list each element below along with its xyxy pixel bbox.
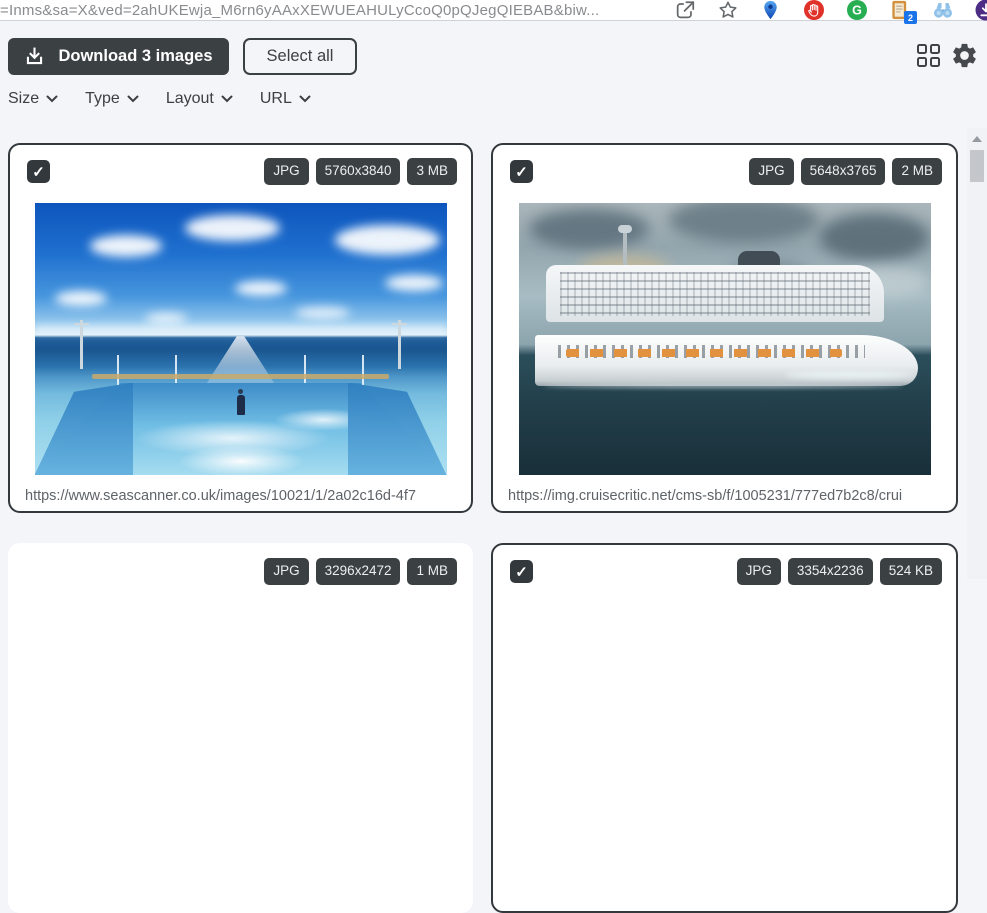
chevron-down-icon <box>127 95 139 103</box>
settings-gear-icon[interactable] <box>950 41 979 70</box>
badge-group: JPG 3354x2236 524 KB <box>737 558 942 585</box>
image-card: ✓ JPG 3354x2236 524 KB <box>491 543 958 913</box>
filter-layout-label: Layout <box>166 90 214 108</box>
format-badge: JPG <box>264 558 308 585</box>
thumbnail-art-flowrider <box>35 203 447 475</box>
chevron-down-icon <box>46 95 58 103</box>
filter-type[interactable]: Type <box>85 90 139 108</box>
filesize-badge: 3 MB <box>407 158 457 185</box>
card-header: ✓ JPG 5760x3840 3 MB <box>10 145 471 185</box>
filter-url-label: URL <box>260 90 292 108</box>
dimensions-badge: 3354x2236 <box>788 558 873 585</box>
image-downloader-extension-page: { "browser": { "url_text": "=Inms&sa=X&v… <box>0 0 987 579</box>
badge-group: JPG 5648x3765 2 MB <box>749 158 942 185</box>
filesize-badge: 524 KB <box>880 558 942 585</box>
filter-size-label: Size <box>8 90 39 108</box>
binoculars-extension-icon[interactable] <box>932 0 954 21</box>
address-bar-url[interactable]: =Inms&sa=X&ved=2ahUKEwja_M6rn6yAAxXEWUEA… <box>0 2 668 19</box>
grid-view-toggle-icon[interactable] <box>917 44 942 69</box>
checkmark-icon: ✓ <box>515 563 528 581</box>
dimensions-badge: 3296x2472 <box>316 558 401 585</box>
image-select-checkbox[interactable]: ✓ <box>27 160 50 183</box>
scrollbar-up-arrow[interactable] <box>967 132 987 146</box>
filter-size[interactable]: Size <box>8 90 58 108</box>
format-badge: JPG <box>737 558 781 585</box>
filter-layout[interactable]: Layout <box>166 90 233 108</box>
chevron-down-icon <box>299 95 311 103</box>
grammarly-letter: G <box>852 4 862 18</box>
ship-shape <box>535 298 918 396</box>
grammarly-extension-icon[interactable]: G <box>846 0 868 21</box>
download-button-label: Download 3 images <box>58 47 212 66</box>
image-select-checkbox[interactable]: ✓ <box>510 560 533 583</box>
dimensions-badge: 5648x3765 <box>801 158 886 185</box>
format-badge: JPG <box>749 158 793 185</box>
address-bar-icons: G 2 <box>674 0 987 21</box>
image-card: ✓ JPG 3296x2472 1 MB <box>8 543 473 913</box>
browser-address-bar[interactable]: =Inms&sa=X&ved=2ahUKEwja_M6rn6yAAxXEWUEA… <box>0 0 987 21</box>
adblock-hand-extension-icon[interactable] <box>803 0 825 21</box>
vertical-scrollbar[interactable] <box>967 128 987 579</box>
checkmark-icon: ✓ <box>515 163 528 181</box>
image-source-url[interactable]: https://www.seascanner.co.uk/images/1002… <box>10 488 471 504</box>
scrollbar-thumb[interactable] <box>970 150 984 182</box>
dimensions-badge: 5760x3840 <box>316 158 401 185</box>
image-card: ✓ JPG 5760x3840 3 MB <box>8 143 473 513</box>
thumbnail-art-cruise-ship <box>519 203 931 475</box>
extension-badge-count: 2 <box>904 11 917 24</box>
share-icon[interactable] <box>674 0 696 21</box>
download-images-button[interactable]: Download 3 images <box>8 38 229 75</box>
image-thumbnail-cruise-deck-pool[interactable] <box>35 203 447 475</box>
image-select-checkbox[interactable]: ✓ <box>510 160 533 183</box>
select-all-label: Select all <box>267 47 334 66</box>
download-icon <box>24 46 45 67</box>
filesize-badge: 2 MB <box>892 158 942 185</box>
image-downloader-extension-icon[interactable] <box>975 0 987 21</box>
card-header: ✓ JPG 3354x2236 524 KB <box>493 545 956 585</box>
card-header: ✓ JPG 3296x2472 1 MB <box>10 545 471 585</box>
filter-url[interactable]: URL <box>260 90 311 108</box>
select-all-button[interactable]: Select all <box>243 38 357 75</box>
notes-extension-icon[interactable]: 2 <box>889 0 911 21</box>
checkmark-icon: ✓ <box>32 163 45 181</box>
filter-type-label: Type <box>85 90 120 108</box>
bookmark-star-icon[interactable] <box>717 0 739 21</box>
filter-bar: Size Type Layout URL <box>8 90 311 108</box>
map-pin-extension-icon[interactable] <box>760 0 782 21</box>
format-badge: JPG <box>264 158 308 185</box>
badge-group: JPG 5760x3840 3 MB <box>264 158 457 185</box>
image-card: ✓ JPG 5648x3765 2 MB <box>491 143 958 513</box>
image-source-url[interactable]: https://img.cruisecritic.net/cms-sb/f/10… <box>493 488 956 504</box>
badge-group: JPG 3296x2472 1 MB <box>264 558 457 585</box>
image-thumbnail-cruise-ship-at-sea[interactable] <box>519 203 931 475</box>
chevron-down-icon <box>221 95 233 103</box>
card-header: ✓ JPG 5648x3765 2 MB <box>493 145 956 185</box>
filesize-badge: 1 MB <box>407 558 457 585</box>
